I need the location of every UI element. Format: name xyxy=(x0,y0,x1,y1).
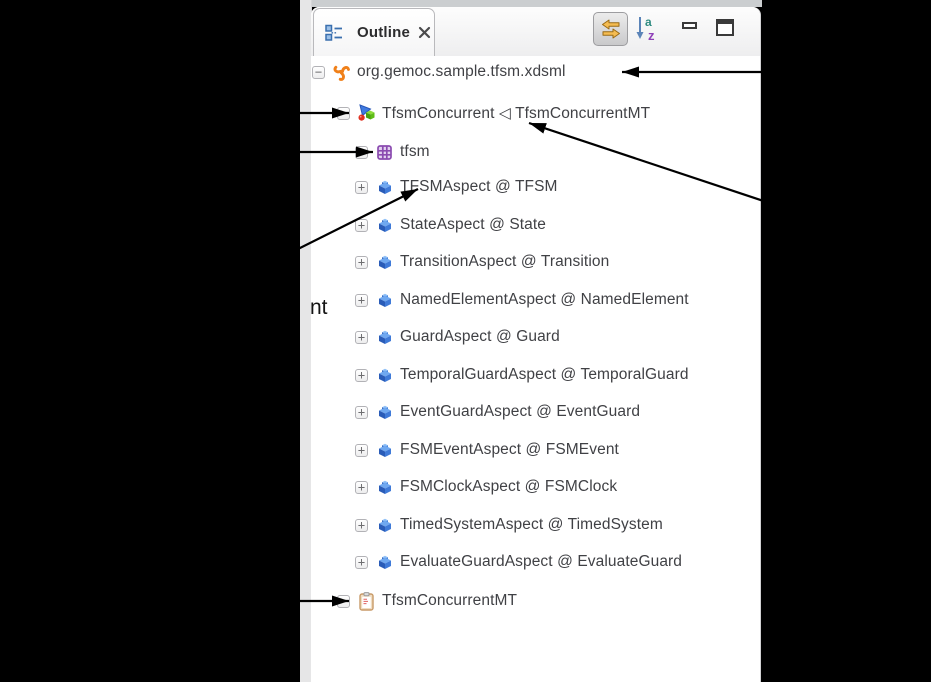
tree-item[interactable]: + NamedElementAspect @ NamedElement xyxy=(355,286,689,314)
tab-outline[interactable]: Outline xyxy=(313,8,435,56)
tree-item[interactable]: + StateAspect @ State xyxy=(355,211,546,239)
expand-toggle[interactable]: + xyxy=(355,556,368,569)
aspect-icon xyxy=(375,291,394,310)
tree-item[interactable]: − org.gemoc.sample.tfsm.xdsml xyxy=(312,58,566,86)
expand-toggle[interactable] xyxy=(337,107,350,120)
tree-item[interactable]: + TFSMAspect @ TFSM xyxy=(355,173,558,201)
expand-toggle[interactable]: + xyxy=(355,519,368,532)
epackage-icon xyxy=(375,143,394,162)
link-with-editor-button[interactable] xyxy=(593,12,628,46)
tree-item-label: NamedElementAspect @ NamedElement xyxy=(400,291,689,309)
mt-clipboard-icon xyxy=(357,592,376,611)
expand-toggle[interactable]: + xyxy=(355,294,368,307)
aspect-icon xyxy=(375,553,394,572)
tree-item[interactable]: + TimedSystemAspect @ TimedSystem xyxy=(355,511,663,539)
expand-toggle[interactable]: − xyxy=(312,66,325,79)
tree-item[interactable]: + GuardAspect @ Guard xyxy=(355,323,560,351)
tree-item-label: FSMEventAspect @ FSMEvent xyxy=(400,441,619,459)
outline-tree-icon xyxy=(324,23,343,42)
tree-item-label: StateAspect @ State xyxy=(400,216,546,234)
screenshot-stage: Outline a z xyxy=(0,0,931,682)
tree-item[interactable]: + FSMEventAspect @ FSMEvent xyxy=(355,436,619,464)
gemoc-xdsml-icon xyxy=(332,63,351,82)
maximize-icon[interactable] xyxy=(716,19,734,36)
expand-toggle[interactable]: + xyxy=(355,481,368,494)
view-tabbar: Outline xyxy=(311,7,760,56)
expand-toggle[interactable]: + xyxy=(355,369,368,382)
tree-item[interactable]: + EventGuardAspect @ EventGuard xyxy=(355,398,640,426)
aspect-icon xyxy=(375,516,394,535)
tree-item[interactable]: + EvaluateGuardAspect @ EvaluateGuard xyxy=(355,548,682,576)
concurrent-engine-icon xyxy=(357,104,376,123)
tree-item-label: TFSMAspect @ TFSM xyxy=(400,178,558,196)
minimize-icon[interactable] xyxy=(682,22,697,29)
expand-toggle[interactable]: + xyxy=(355,444,368,457)
tree-item-label: TemporalGuardAspect @ TemporalGuard xyxy=(400,366,689,384)
svg-text:z: z xyxy=(648,28,655,43)
expand-toggle[interactable]: + xyxy=(355,406,368,419)
aspect-icon xyxy=(375,441,394,460)
tree-item-label: TimedSystemAspect @ TimedSystem xyxy=(400,516,663,534)
tree-item-label: TfsmConcurrent ◁ TfsmConcurrentMT xyxy=(382,104,650,123)
tree-item[interactable]: + TemporalGuardAspect @ TemporalGuard xyxy=(355,361,689,389)
expand-toggle[interactable]: + xyxy=(355,331,368,344)
svg-text:a: a xyxy=(645,15,652,29)
close-icon[interactable] xyxy=(418,26,431,39)
aspect-icon xyxy=(375,478,394,497)
aspect-icon xyxy=(375,366,394,385)
tree-item-label: EventGuardAspect @ EventGuard xyxy=(400,403,640,421)
tree-item[interactable]: + TransitionAspect @ Transition xyxy=(355,248,609,276)
tree-item-label: TransitionAspect @ Transition xyxy=(400,253,609,271)
tree-item-label: EvaluateGuardAspect @ EvaluateGuard xyxy=(400,553,682,571)
sort-az-icon: a z xyxy=(634,13,660,45)
aspect-icon xyxy=(375,216,394,235)
aspect-icon xyxy=(375,328,394,347)
expand-toggle[interactable] xyxy=(355,146,368,159)
tree-item[interactable]: tfsm xyxy=(355,138,430,166)
partial-annotation-label: nt xyxy=(310,296,328,320)
tree-item[interactable]: TfsmConcurrentMT xyxy=(337,587,517,615)
tab-outline-label: Outline xyxy=(357,24,410,41)
aspect-icon xyxy=(375,403,394,422)
window-top-strip xyxy=(300,0,762,7)
tree-item-label: GuardAspect @ Guard xyxy=(400,328,560,346)
expand-toggle[interactable]: + xyxy=(355,256,368,269)
expand-toggle[interactable]: + xyxy=(355,219,368,232)
tree-item-label: org.gemoc.sample.tfsm.xdsml xyxy=(357,63,566,81)
tree-item[interactable]: TfsmConcurrent ◁ TfsmConcurrentMT xyxy=(337,99,650,127)
aspect-icon xyxy=(375,178,394,197)
expand-toggle[interactable]: + xyxy=(355,181,368,194)
tree-item-label: TfsmConcurrentMT xyxy=(382,592,517,610)
tree-item-label: tfsm xyxy=(400,143,430,161)
sort-alphabetically-button[interactable]: a z xyxy=(634,13,660,45)
link-with-editor-icon xyxy=(600,18,622,40)
expand-toggle[interactable] xyxy=(337,595,350,608)
tree-item[interactable]: + FSMClockAspect @ FSMClock xyxy=(355,473,617,501)
tree-item-label: FSMClockAspect @ FSMClock xyxy=(400,478,617,496)
aspect-icon xyxy=(375,253,394,272)
